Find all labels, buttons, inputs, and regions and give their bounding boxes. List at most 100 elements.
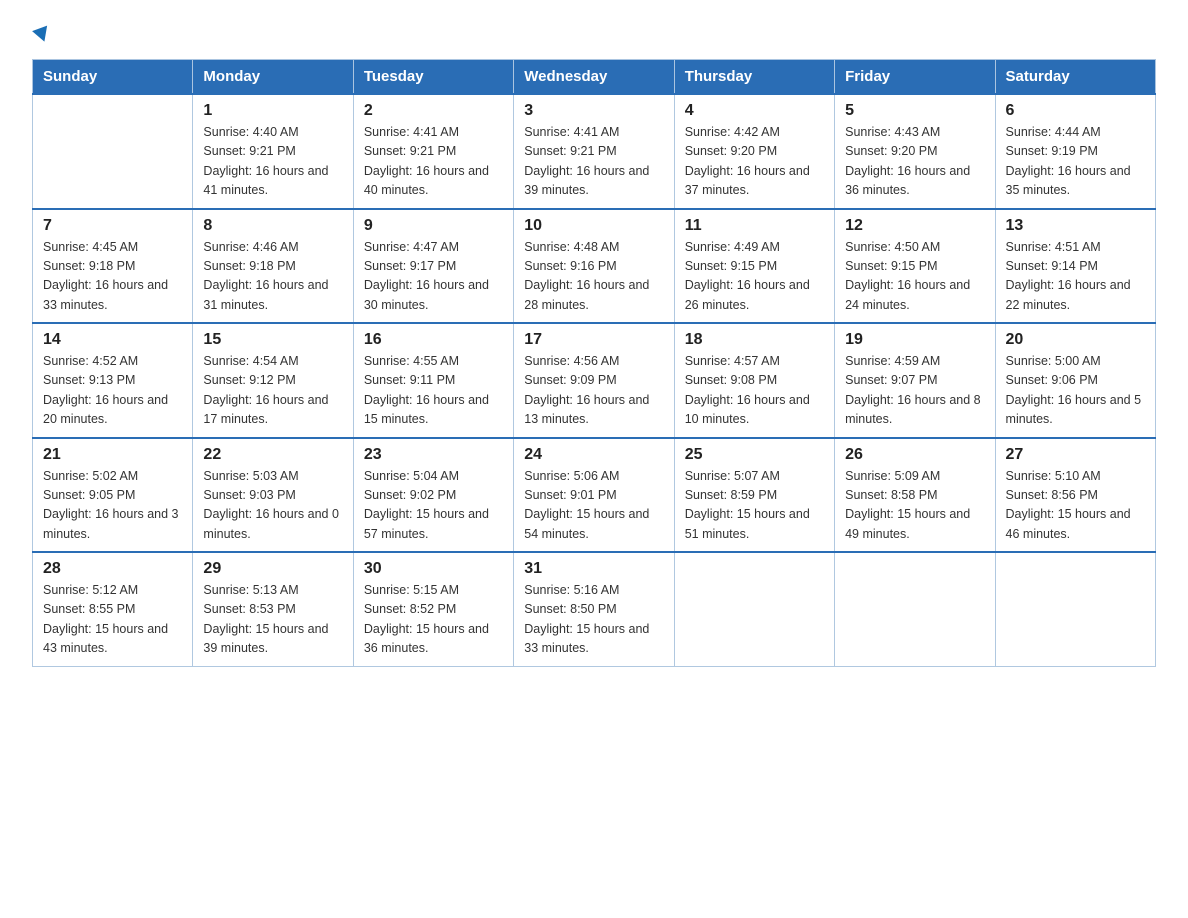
day-info: Sunrise: 4:48 AM Sunset: 9:16 PM Dayligh… [524,238,663,316]
calendar-cell: 22 Sunrise: 5:03 AM Sunset: 9:03 PM Dayli… [193,438,353,553]
day-info: Sunrise: 5:10 AM Sunset: 8:56 PM Dayligh… [1006,467,1145,545]
calendar-cell: 16 Sunrise: 4:55 AM Sunset: 9:11 PM Dayli… [353,323,513,438]
day-info: Sunrise: 5:04 AM Sunset: 9:02 PM Dayligh… [364,467,503,545]
day-header-saturday: Saturday [995,60,1155,95]
calendar-cell [33,94,193,209]
day-number: 12 [845,217,984,235]
calendar-cell: 23 Sunrise: 5:04 AM Sunset: 9:02 PM Dayli… [353,438,513,553]
calendar-cell: 3Sunrise: 4:41 AM Sunset: 9:21 PM Daylig… [514,94,674,209]
day-number: 2 [364,102,503,120]
calendar-cell [835,552,995,666]
day-info: Sunrise: 5:09 AM Sunset: 8:58 PM Dayligh… [845,467,984,545]
day-number: 26 [845,446,984,464]
day-info: Sunrise: 4:50 AM Sunset: 9:15 PM Dayligh… [845,238,984,316]
calendar-cell: 26 Sunrise: 5:09 AM Sunset: 8:58 PM Dayli… [835,438,995,553]
calendar-cell: 20 Sunrise: 5:00 AM Sunset: 9:06 PM Dayli… [995,323,1155,438]
day-info: Sunrise: 4:42 AM Sunset: 9:20 PM Dayligh… [685,123,824,201]
day-info: Sunrise: 4:54 AM Sunset: 9:12 PM Dayligh… [203,352,342,430]
calendar-cell: 18 Sunrise: 4:57 AM Sunset: 9:08 PM Dayli… [674,323,834,438]
calendar-cell: 15 Sunrise: 4:54 AM Sunset: 9:12 PM Dayli… [193,323,353,438]
page-header [32,24,1156,47]
day-number: 24 [524,446,663,464]
day-number: 9 [364,217,503,235]
day-info: Sunrise: 4:43 AM Sunset: 9:20 PM Dayligh… [845,123,984,201]
day-info: Sunrise: 4:44 AM Sunset: 9:19 PM Dayligh… [1006,123,1145,201]
day-number: 7 [43,217,182,235]
day-number: 4 [685,102,824,120]
calendar-cell: 21 Sunrise: 5:02 AM Sunset: 9:05 PM Dayli… [33,438,193,553]
calendar-cell: 17 Sunrise: 4:56 AM Sunset: 9:09 PM Dayli… [514,323,674,438]
calendar-cell: 25 Sunrise: 5:07 AM Sunset: 8:59 PM Dayli… [674,438,834,553]
day-number: 15 [203,331,342,349]
day-number: 5 [845,102,984,120]
calendar-cell [674,552,834,666]
day-info: Sunrise: 4:56 AM Sunset: 9:09 PM Dayligh… [524,352,663,430]
calendar-table: SundayMondayTuesdayWednesdayThursdayFrid… [32,59,1156,667]
logo [32,24,50,47]
day-number: 23 [364,446,503,464]
day-number: 14 [43,331,182,349]
week-row-2: 7Sunrise: 4:45 AM Sunset: 9:18 PM Daylig… [33,209,1156,324]
calendar-cell: 12 Sunrise: 4:50 AM Sunset: 9:15 PM Dayli… [835,209,995,324]
day-info: Sunrise: 5:15 AM Sunset: 8:52 PM Dayligh… [364,581,503,659]
day-number: 18 [685,331,824,349]
day-info: Sunrise: 4:47 AM Sunset: 9:17 PM Dayligh… [364,238,503,316]
week-row-4: 21 Sunrise: 5:02 AM Sunset: 9:05 PM Dayli… [33,438,1156,553]
day-number: 17 [524,331,663,349]
calendar-cell: 19 Sunrise: 4:59 AM Sunset: 9:07 PM Dayli… [835,323,995,438]
day-info: Sunrise: 4:57 AM Sunset: 9:08 PM Dayligh… [685,352,824,430]
day-info: Sunrise: 4:55 AM Sunset: 9:11 PM Dayligh… [364,352,503,430]
day-number: 28 [43,560,182,578]
calendar-header-row: SundayMondayTuesdayWednesdayThursdayFrid… [33,60,1156,95]
day-header-monday: Monday [193,60,353,95]
day-number: 22 [203,446,342,464]
day-info: Sunrise: 5:00 AM Sunset: 9:06 PM Dayligh… [1006,352,1145,430]
calendar-cell: 11 Sunrise: 4:49 AM Sunset: 9:15 PM Dayli… [674,209,834,324]
day-number: 19 [845,331,984,349]
calendar-cell [995,552,1155,666]
day-info: Sunrise: 4:52 AM Sunset: 9:13 PM Dayligh… [43,352,182,430]
calendar-cell: 8Sunrise: 4:46 AM Sunset: 9:18 PM Daylig… [193,209,353,324]
calendar-cell: 24 Sunrise: 5:06 AM Sunset: 9:01 PM Dayli… [514,438,674,553]
calendar-cell: 2 Sunrise: 4:41 AM Sunset: 9:21 PM Daylig… [353,94,513,209]
calendar-cell: 13Sunrise: 4:51 AM Sunset: 9:14 PM Dayli… [995,209,1155,324]
day-header-sunday: Sunday [33,60,193,95]
day-info: Sunrise: 4:49 AM Sunset: 9:15 PM Dayligh… [685,238,824,316]
calendar-cell: 30 Sunrise: 5:15 AM Sunset: 8:52 PM Dayli… [353,552,513,666]
calendar-cell: 31Sunrise: 5:16 AM Sunset: 8:50 PM Dayli… [514,552,674,666]
calendar-cell: 14 Sunrise: 4:52 AM Sunset: 9:13 PM Dayli… [33,323,193,438]
calendar-cell: 28 Sunrise: 5:12 AM Sunset: 8:55 PM Dayli… [33,552,193,666]
day-info: Sunrise: 5:16 AM Sunset: 8:50 PM Dayligh… [524,581,663,659]
calendar-cell: 4 Sunrise: 4:42 AM Sunset: 9:20 PM Daylig… [674,94,834,209]
calendar-cell: 5 Sunrise: 4:43 AM Sunset: 9:20 PM Daylig… [835,94,995,209]
day-number: 21 [43,446,182,464]
day-number: 6 [1006,102,1145,120]
day-number: 25 [685,446,824,464]
day-number: 8 [203,217,342,235]
day-info: Sunrise: 5:03 AM Sunset: 9:03 PM Dayligh… [203,467,342,545]
day-info: Sunrise: 5:12 AM Sunset: 8:55 PM Dayligh… [43,581,182,659]
day-info: Sunrise: 4:41 AM Sunset: 9:21 PM Dayligh… [364,123,503,201]
day-header-thursday: Thursday [674,60,834,95]
day-number: 20 [1006,331,1145,349]
calendar-cell: 9 Sunrise: 4:47 AM Sunset: 9:17 PM Daylig… [353,209,513,324]
day-info: Sunrise: 4:59 AM Sunset: 9:07 PM Dayligh… [845,352,984,430]
day-number: 16 [364,331,503,349]
day-number: 30 [364,560,503,578]
week-row-1: 1 Sunrise: 4:40 AM Sunset: 9:21 PM Daylig… [33,94,1156,209]
calendar-cell: 10Sunrise: 4:48 AM Sunset: 9:16 PM Dayli… [514,209,674,324]
day-number: 13 [1006,217,1145,235]
day-number: 1 [203,102,342,120]
day-info: Sunrise: 4:41 AM Sunset: 9:21 PM Dayligh… [524,123,663,201]
day-number: 11 [685,217,824,235]
calendar-cell: 7Sunrise: 4:45 AM Sunset: 9:18 PM Daylig… [33,209,193,324]
calendar-cell: 6 Sunrise: 4:44 AM Sunset: 9:19 PM Daylig… [995,94,1155,209]
logo-top-line [32,24,50,47]
day-info: Sunrise: 4:40 AM Sunset: 9:21 PM Dayligh… [203,123,342,201]
day-info: Sunrise: 5:02 AM Sunset: 9:05 PM Dayligh… [43,467,182,545]
day-number: 29 [203,560,342,578]
day-header-wednesday: Wednesday [514,60,674,95]
day-info: Sunrise: 5:07 AM Sunset: 8:59 PM Dayligh… [685,467,824,545]
day-info: Sunrise: 5:13 AM Sunset: 8:53 PM Dayligh… [203,581,342,659]
day-info: Sunrise: 5:06 AM Sunset: 9:01 PM Dayligh… [524,467,663,545]
